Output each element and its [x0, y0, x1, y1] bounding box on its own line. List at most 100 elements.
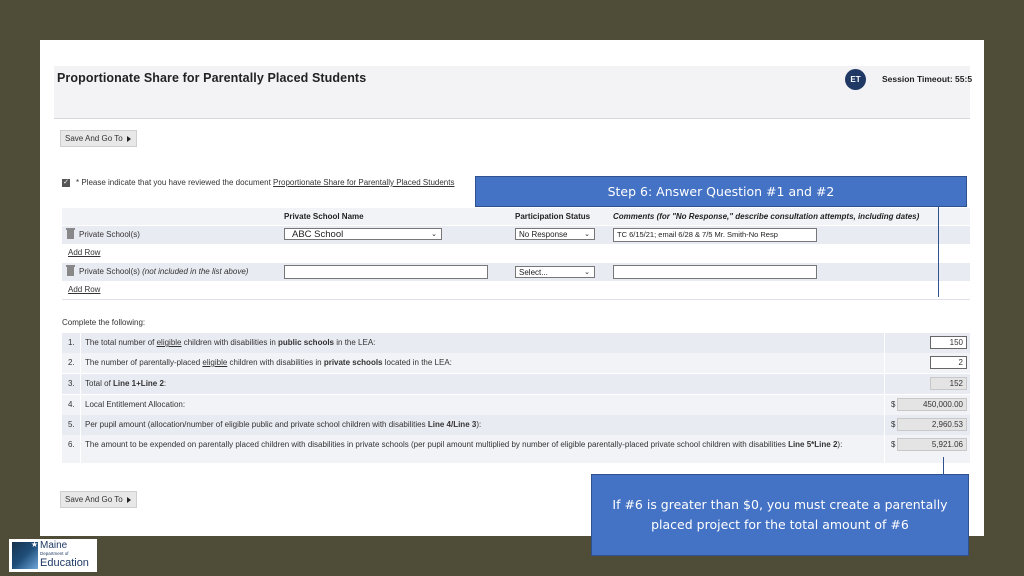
- school-name-input[interactable]: [284, 265, 488, 279]
- question-text-part: eligible: [202, 358, 228, 367]
- question-text-part: Total of: [85, 379, 114, 388]
- divider: [80, 415, 81, 435]
- question-text-part: Per pupil amount (allocation/number of e…: [85, 420, 428, 429]
- question-row: 2. The number of parentally-placed eligib…: [62, 353, 970, 373]
- proportionate-share-document-link[interactable]: Proportionate Share for Parentally Place…: [273, 178, 454, 187]
- question-text-part: The amount to be expended on parentally …: [85, 440, 789, 449]
- comments-input[interactable]: TC 6/15/21; email 6/28 & 7/5 Mr. Smith-N…: [613, 228, 817, 242]
- divider: [80, 374, 81, 394]
- question-label: The amount to be expended on parentally …: [85, 439, 875, 450]
- question-label: Per pupil amount (allocation/number of e…: [85, 419, 875, 430]
- dollar-sign: $: [891, 420, 896, 429]
- divider: [80, 395, 81, 415]
- logo-text-maine: Maine: [40, 540, 68, 551]
- trash-icon[interactable]: [66, 228, 75, 240]
- table-header-row: Private School Name Participation Status…: [62, 208, 970, 225]
- question-text-part: private schools: [323, 358, 383, 367]
- column-header-participation-status: Participation Status: [515, 212, 591, 221]
- save-and-go-to-button-top[interactable]: Save And Go To: [60, 130, 137, 147]
- save-and-go-to-label: Save And Go To: [65, 134, 123, 143]
- question-text-part: located in the LEA:: [382, 358, 452, 367]
- review-acknowledgement: ✓ * Please indicate that you have reviewe…: [62, 178, 454, 187]
- question-value-readonly: 5,921.06: [897, 438, 967, 451]
- step6-callout: Step 6: Answer Question #1 and #2: [475, 176, 967, 207]
- logo-mark-icon: [12, 540, 38, 569]
- value-cell: $450,000.00: [884, 395, 971, 415]
- comments-input[interactable]: [613, 265, 817, 279]
- page-header: Proportionate Share for Parentally Place…: [54, 66, 973, 119]
- divider: [80, 435, 81, 463]
- question-text-part: ):: [837, 440, 843, 449]
- trash-icon[interactable]: [66, 265, 75, 277]
- question-number: 5.: [68, 420, 75, 429]
- column-header-comments: Comments (for "No Response," describe co…: [613, 212, 920, 221]
- row-label: Private School(s): [66, 228, 140, 240]
- save-and-go-to-label: Save And Go To: [65, 495, 123, 504]
- add-row-container: Add Row: [62, 281, 970, 300]
- question-value-readonly: 2,960.53: [897, 418, 967, 431]
- question-text-part: Local Entitlement Allocation:: [85, 400, 186, 409]
- value-cell: 2: [884, 353, 971, 373]
- question-number: 1.: [68, 338, 75, 347]
- question-number: 2.: [68, 358, 75, 367]
- maine-doe-logo: Maine Department of Education: [9, 539, 97, 572]
- table-row: Private School(s) (not included in the l…: [62, 263, 970, 281]
- complete-following-label: Complete the following:: [62, 318, 146, 327]
- question-label: Local Entitlement Allocation:: [85, 399, 875, 410]
- chevron-down-icon: ⌄: [584, 231, 590, 238]
- question-text-part: ):: [476, 420, 482, 429]
- review-text: * Please indicate that you have reviewed…: [76, 178, 274, 187]
- question-row: 1. The total number of eligible children …: [62, 333, 970, 353]
- callout-connector-line: [943, 457, 944, 474]
- chevron-down-icon: ⌄: [431, 231, 437, 238]
- question-text-part: children with disabilities in: [181, 338, 278, 347]
- question-text-part: The number of parentally-placed: [85, 358, 203, 367]
- page-title: Proportionate Share for Parentally Place…: [57, 71, 367, 85]
- question-row: 6. The amount to be expended on parentall…: [62, 435, 970, 463]
- question-value-input[interactable]: 2: [930, 356, 967, 369]
- value-cell: $2,960.53: [884, 415, 971, 435]
- divider: [80, 353, 81, 373]
- add-row-link[interactable]: Add Row: [68, 248, 100, 257]
- divider: [80, 333, 81, 353]
- save-and-go-to-button-bottom[interactable]: Save And Go To: [60, 491, 137, 508]
- dollar-sign: $: [891, 440, 896, 449]
- question-text-part: Line 4/Line 3: [427, 420, 477, 429]
- question-value-readonly: 450,000.00: [897, 398, 967, 411]
- value-cell: $5,921.06: [884, 435, 971, 463]
- logo-text-education: Education: [40, 557, 89, 569]
- table-row: Private School(s) ABC School ⌄ No Respons…: [62, 226, 970, 244]
- private-schools-table: Private School Name Participation Status…: [62, 208, 970, 300]
- question-text-part: public schools: [278, 338, 335, 347]
- review-checkbox[interactable]: ✓: [62, 178, 70, 187]
- question-text-part: Line 5*Line 2: [788, 440, 838, 449]
- session-timeout: Session Timeout: 55:5: [882, 74, 973, 84]
- user-avatar[interactable]: ET: [845, 69, 866, 90]
- project-note-callout: If #6 is greater than $0, you must creat…: [591, 474, 969, 556]
- row-label: Private School(s) (not included in the l…: [66, 265, 248, 277]
- chevron-down-icon: ⌄: [584, 269, 590, 276]
- question-text-part: children with disabilities in: [227, 358, 324, 367]
- question-value-readonly: 152: [930, 377, 967, 390]
- value-cell: 150: [884, 333, 971, 353]
- question-number: 4.: [68, 400, 75, 409]
- question-text-part: Line 1+Line 2: [113, 379, 164, 388]
- school-name-select[interactable]: ABC School ⌄: [284, 228, 442, 240]
- question-row: 5. Per pupil amount (allocation/number of…: [62, 415, 970, 435]
- participation-status-select[interactable]: Select... ⌄: [515, 266, 595, 278]
- question-text-part: :: [163, 379, 167, 388]
- question-row: 3. Total of Line 1+Line 2: 152: [62, 374, 970, 394]
- question-row: 4. Local Entitlement Allocation: $450,000.…: [62, 395, 970, 415]
- app-screen: Proportionate Share for Parentally Place…: [40, 40, 984, 536]
- add-row-link[interactable]: Add Row: [68, 285, 100, 294]
- question-text-part: eligible: [156, 338, 182, 347]
- question-text-part: The total number of: [85, 338, 157, 347]
- participation-status-select[interactable]: No Response ⌄: [515, 228, 595, 240]
- question-text-part: in the LEA:: [334, 338, 376, 347]
- add-row-container: Add Row: [62, 244, 970, 262]
- question-value-input[interactable]: 150: [930, 336, 967, 349]
- question-number: 3.: [68, 379, 75, 388]
- logo-text-department: Department of: [40, 551, 69, 556]
- question-label: Total of Line 1+Line 2:: [85, 378, 875, 389]
- caret-right-icon: [126, 135, 131, 142]
